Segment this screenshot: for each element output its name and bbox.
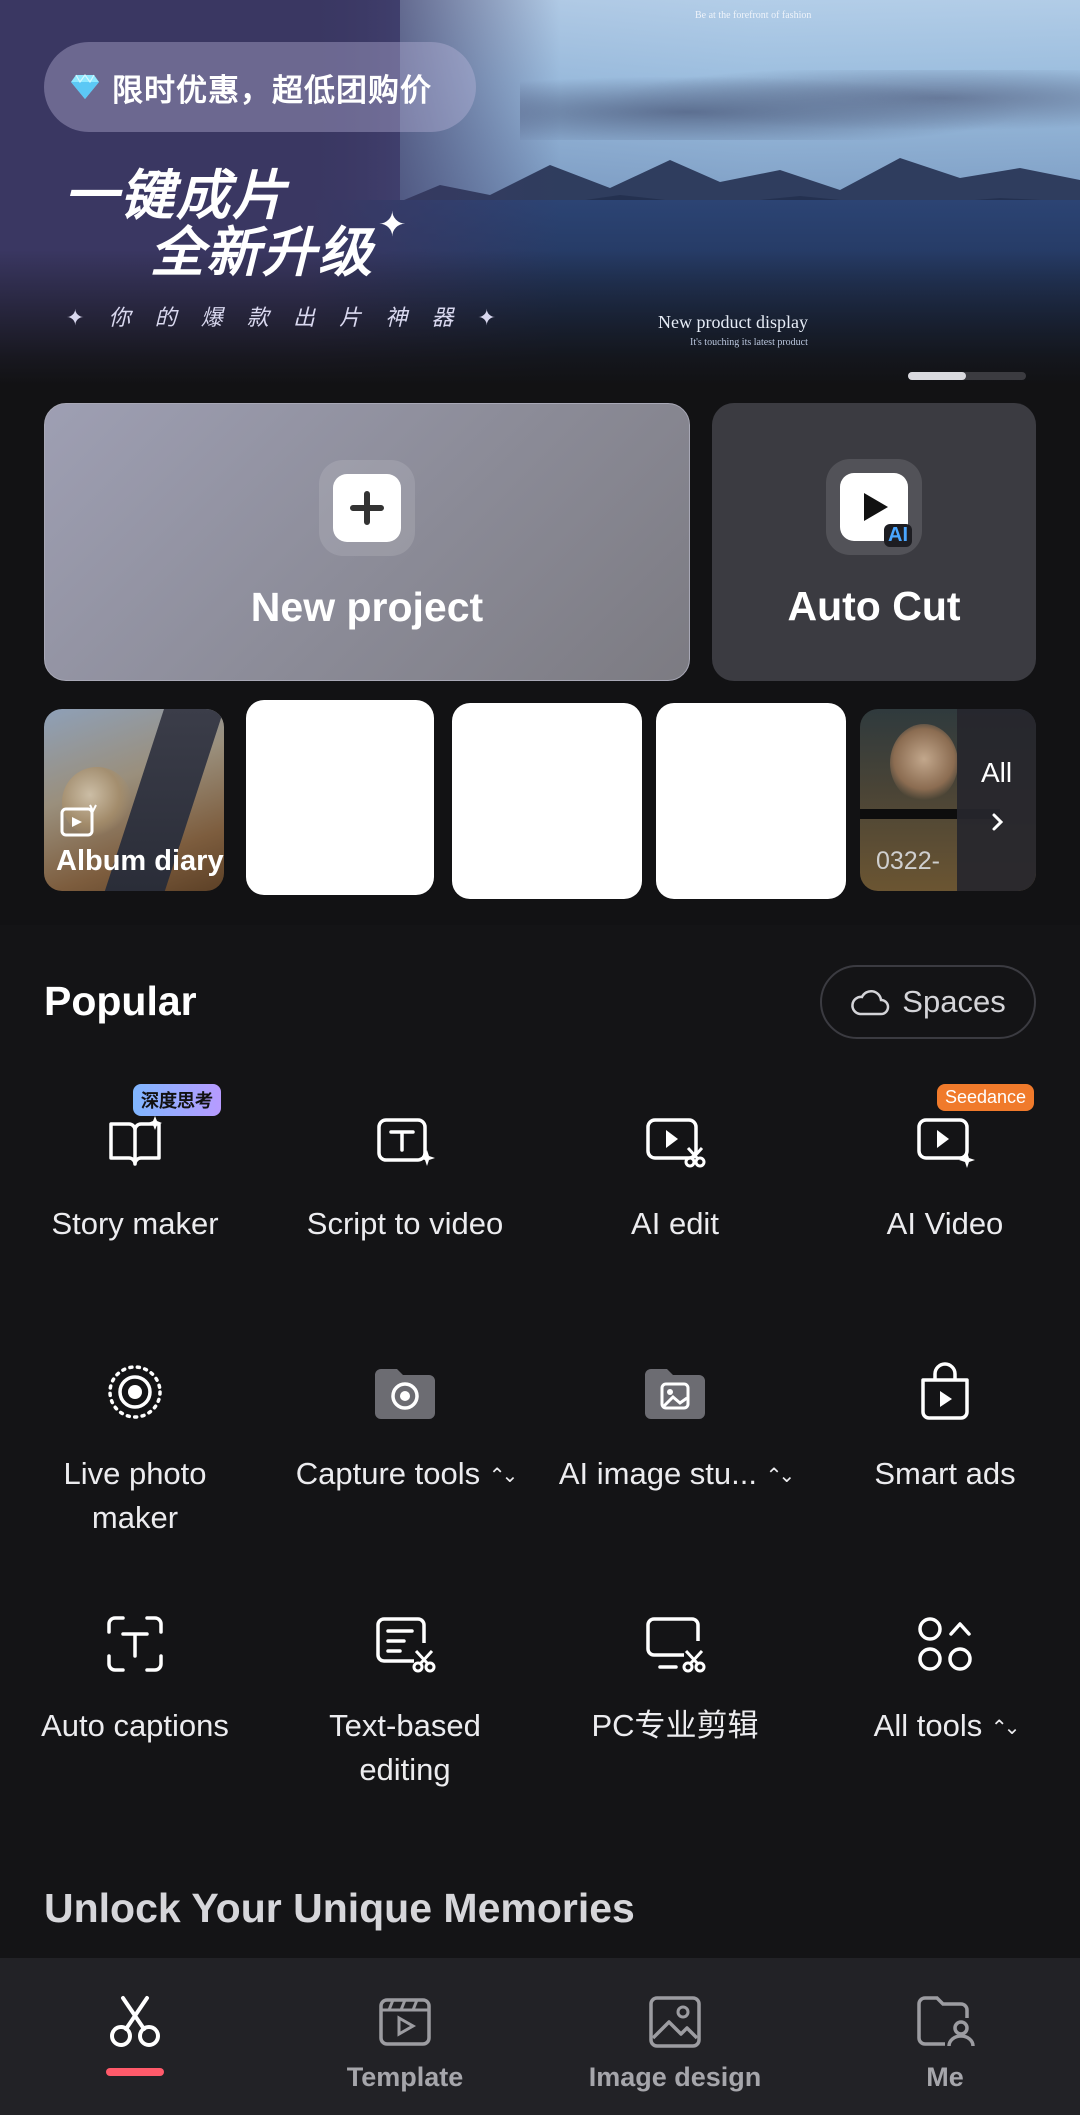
promo-text: 限时优惠，超低团购价 bbox=[112, 72, 432, 108]
image-folder-icon bbox=[643, 1360, 707, 1424]
tool-label: maker bbox=[91, 1500, 179, 1535]
tool-label: AI edit bbox=[631, 1206, 719, 1241]
nav-label: Image design bbox=[588, 2062, 762, 2092]
tool-label: editing bbox=[359, 1752, 451, 1787]
expand-icon: ⌃⌄ bbox=[765, 1464, 795, 1487]
nav-edit[interactable] bbox=[0, 1958, 270, 2115]
tool-ai-edit[interactable]: AI edit bbox=[540, 1110, 810, 1246]
text-edit-scissors-icon bbox=[373, 1612, 437, 1676]
banner-top-text: Be at the forefront of fashion bbox=[695, 10, 812, 21]
recent-project-thumb[interactable] bbox=[656, 703, 846, 899]
album-diary-label: Album diary bbox=[56, 845, 224, 877]
tool-text-based-editing[interactable]: Text-based editing bbox=[270, 1612, 540, 1792]
plus-icon bbox=[333, 474, 401, 542]
tool-label: Capture tools bbox=[295, 1456, 481, 1491]
tool-label: All tools bbox=[873, 1708, 983, 1743]
recent-project-thumb[interactable] bbox=[246, 700, 434, 895]
text-box-sparkle-icon bbox=[373, 1110, 437, 1174]
monitor-scissors-icon bbox=[643, 1612, 707, 1676]
banner-caption: New product display bbox=[658, 312, 808, 332]
tool-label: AI Video bbox=[886, 1206, 1004, 1241]
unlock-memories-title: Unlock Your Unique Memories bbox=[44, 1885, 635, 1931]
tool-label: Auto captions bbox=[41, 1708, 229, 1743]
active-tab-indicator bbox=[106, 2068, 164, 2076]
spaces-button[interactable]: Spaces bbox=[820, 965, 1036, 1039]
tool-label: Script to video bbox=[306, 1206, 504, 1241]
book-sparkle-icon: 深度思考 bbox=[103, 1084, 221, 1174]
tool-live-photo-maker[interactable]: Live photo maker bbox=[0, 1360, 270, 1540]
tool-label: Smart ads bbox=[874, 1456, 1016, 1491]
nav-template[interactable]: Template bbox=[270, 1958, 540, 2115]
tool-label: PC专业剪辑 bbox=[591, 1708, 759, 1743]
banner-subline: ✦ 你 的 爆 款 出 片 神 器 ✦ bbox=[66, 305, 505, 330]
tool-capture-tools[interactable]: Capture tools ⌃⌄ bbox=[270, 1360, 540, 1498]
recent-project-thumb[interactable] bbox=[452, 703, 642, 899]
tool-label: AI image stu... bbox=[558, 1456, 757, 1491]
album-diary-tile[interactable]: Album diary bbox=[44, 709, 224, 891]
new-project-label: New project bbox=[250, 584, 484, 630]
chevron-right-icon bbox=[992, 813, 1003, 831]
shopping-bag-play-icon bbox=[913, 1360, 977, 1424]
scissors-icon bbox=[105, 1992, 165, 2052]
sparkle-icon: ✦ bbox=[378, 206, 407, 244]
new-project-card[interactable]: New project bbox=[44, 403, 690, 681]
video-sparkle-icon: Seedance bbox=[913, 1084, 1035, 1174]
nav-label: Me bbox=[926, 2062, 964, 2092]
banner-clouds bbox=[520, 70, 1080, 140]
banner-headline-1: 一键成片 bbox=[64, 166, 288, 226]
album-edit-icon bbox=[60, 804, 97, 837]
deep-think-badge: 深度思考 bbox=[133, 1084, 221, 1116]
caption-frame-icon bbox=[103, 1612, 167, 1676]
auto-cut-label: Auto Cut bbox=[787, 583, 961, 629]
view-all-label: All bbox=[980, 757, 1013, 788]
expand-icon: ⌃⌄ bbox=[488, 1464, 518, 1487]
popular-title: Popular bbox=[44, 978, 197, 1024]
template-icon bbox=[375, 1992, 435, 2052]
tool-story-maker[interactable]: 深度思考 Story maker bbox=[0, 1084, 270, 1246]
tool-label: Story maker bbox=[51, 1206, 219, 1241]
tool-smart-ads[interactable]: Smart ads bbox=[810, 1360, 1080, 1496]
tool-script-to-video[interactable]: Script to video bbox=[270, 1110, 540, 1246]
tool-ai-image-studio[interactable]: AI image stu... ⌃⌄ bbox=[540, 1360, 810, 1498]
play-ai-icon: AI bbox=[840, 473, 912, 547]
nav-me[interactable]: Me bbox=[810, 1958, 1080, 2115]
image-icon bbox=[645, 1992, 705, 2052]
tool-ai-video[interactable]: Seedance AI Video bbox=[810, 1084, 1080, 1246]
tool-pc-pro-edit[interactable]: PC专业剪辑 bbox=[540, 1612, 810, 1748]
recent-project-thumb[interactable]: 0322- All bbox=[860, 709, 1036, 891]
seedance-badge: Seedance bbox=[937, 1084, 1035, 1111]
diamond-icon bbox=[71, 74, 99, 99]
view-all-projects-button[interactable]: All bbox=[957, 709, 1036, 891]
carousel-indicator bbox=[908, 372, 1026, 380]
tool-auto-captions[interactable]: Auto captions bbox=[0, 1612, 270, 1748]
tool-all-tools[interactable]: All tools ⌃⌄ bbox=[810, 1612, 1080, 1750]
cloud-icon bbox=[851, 990, 890, 1016]
grid-circles-icon bbox=[913, 1612, 977, 1676]
auto-cut-card[interactable]: AI Auto Cut bbox=[712, 403, 1036, 681]
promo-pill[interactable]: 限时优惠，超低团购价 bbox=[44, 42, 476, 132]
tool-label: Text-based bbox=[329, 1708, 481, 1743]
bottom-nav: Template Image design Me bbox=[0, 1958, 1080, 2115]
spaces-label: Spaces bbox=[902, 984, 1006, 1019]
recent-project-label: 0322- bbox=[876, 847, 940, 875]
nav-image-design[interactable]: Image design bbox=[540, 1958, 810, 2115]
expand-icon: ⌃⌄ bbox=[990, 1716, 1020, 1739]
live-photo-icon bbox=[103, 1360, 167, 1424]
tool-label: Live photo bbox=[63, 1456, 207, 1491]
camera-folder-icon bbox=[373, 1360, 437, 1424]
banner-caption-sub: It's touching its latest product bbox=[690, 337, 808, 348]
profile-folder-icon bbox=[915, 1992, 975, 2052]
ai-badge: AI bbox=[884, 524, 912, 547]
banner-headline-2: 全新升级 bbox=[150, 223, 374, 283]
nav-label: Template bbox=[346, 2062, 464, 2092]
carousel-indicator-active bbox=[908, 372, 966, 380]
video-scissors-icon bbox=[643, 1110, 707, 1174]
promo-banner[interactable]: Be at the forefront of fashion 限时优惠，超低团购… bbox=[0, 0, 1080, 385]
